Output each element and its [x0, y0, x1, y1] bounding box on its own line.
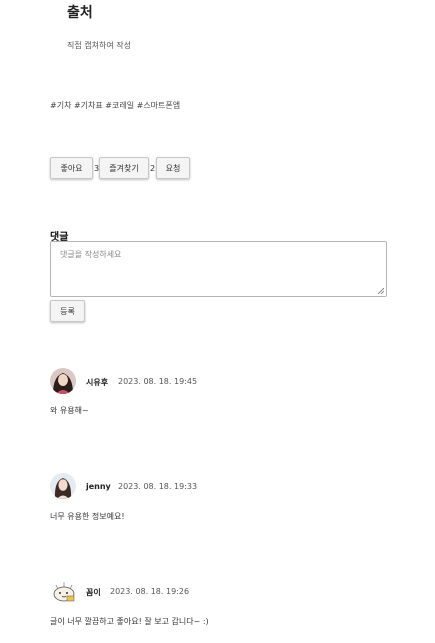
avatar[interactable] [50, 473, 76, 499]
avatar[interactable] [50, 577, 78, 605]
comment-text: 글이 너무 깔끔하고 좋아요! 잘 보고 갑니다~ :) [50, 617, 209, 626]
source-title: 출처 [67, 5, 93, 21]
comment-author[interactable]: 꼼이 [86, 587, 101, 598]
comment-text: 와 유용해~ [50, 406, 89, 415]
character-avatar-icon [50, 577, 78, 605]
avatar-photo-icon [50, 368, 76, 394]
bookmark-count: 2 [150, 164, 156, 173]
comment-date: 2023. 08. 18. 19:45 [118, 377, 198, 386]
comment-date: 2023. 08. 18. 19:26 [110, 587, 190, 596]
comment-text: 너무 유용한 정보예요! [50, 512, 125, 521]
comment-placeholder: 댓글을 작성하세요 [60, 250, 122, 259]
resize-grip-icon[interactable] [377, 287, 384, 294]
like-button[interactable]: 좋아요 [50, 157, 93, 179]
comment-author[interactable]: jenny [86, 482, 111, 491]
tag-list[interactable]: #기차 #기차표 #코레일 #스마트폰앱 [50, 100, 180, 111]
comment-author[interactable]: 시유후 [86, 377, 108, 388]
summary-button[interactable]: 요청 [156, 157, 190, 179]
comment-submit-button[interactable]: 등록 [50, 300, 85, 322]
bookmark-button[interactable]: 즐겨찾기 [99, 157, 149, 179]
avatar-photo-icon [50, 473, 76, 499]
comment-date: 2023. 08. 18. 19:33 [118, 482, 198, 491]
avatar[interactable] [50, 368, 76, 394]
comment-textarea[interactable]: 댓글을 작성하세요 [50, 241, 387, 297]
source-text: 직접 캡쳐하여 작성 [67, 41, 131, 50]
